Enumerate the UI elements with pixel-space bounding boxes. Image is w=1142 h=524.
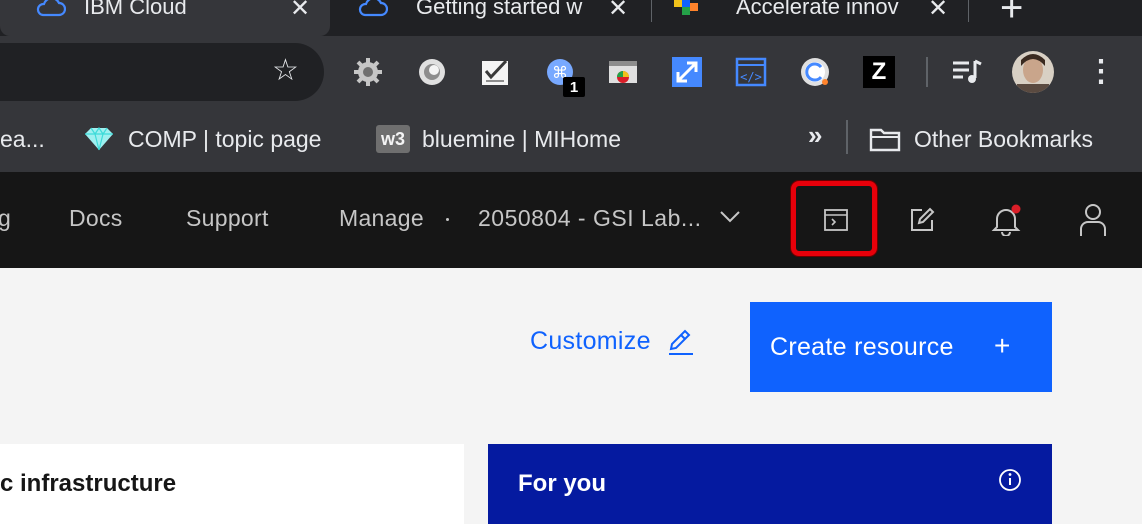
manage-dropdown-dot: [446, 218, 449, 221]
account-name: 2050804 - GSI Lab...: [478, 205, 702, 231]
bookmark-label: COMP | topic page: [128, 125, 322, 152]
other-bookmarks[interactable]: Other Bookmarks: [868, 122, 1093, 156]
resize-arrow-extension-icon[interactable]: [670, 55, 704, 89]
infrastructure-card: c infrastructure: [0, 444, 464, 524]
browser-toolbar: ☆ ⌘ 1 </> Z ⋮: [0, 36, 1142, 108]
bookmark-star-icon[interactable]: ☆: [272, 53, 299, 89]
for-you-card: For you: [488, 444, 1052, 524]
tab-title: Getting started w: [416, 0, 583, 19]
for-you-title: For you: [518, 470, 606, 497]
bookmark-item[interactable]: w3 bluemine | MIHome: [376, 122, 621, 156]
user-profile-icon[interactable]: [1073, 200, 1113, 240]
notification-bell-icon[interactable]: [986, 200, 1026, 240]
extension-badge: 1: [563, 77, 585, 97]
infra-card-title: c infrastructure: [0, 470, 177, 497]
tab-divider: [968, 0, 969, 22]
close-tab-icon[interactable]: ✕: [608, 0, 628, 23]
customize-button[interactable]: Customize: [530, 327, 695, 356]
grammar-extension-icon[interactable]: [798, 55, 832, 89]
screen-share-extension-icon[interactable]: [606, 55, 640, 89]
info-icon[interactable]: [998, 468, 1022, 497]
checklist-extension-icon[interactable]: [479, 55, 513, 89]
other-bookmarks-label: Other Bookmarks: [914, 125, 1093, 152]
tab-accelerate[interactable]: Accelerate innov ✕: [652, 0, 968, 36]
tab-ibm-cloud[interactable]: IBM Cloud ✕: [0, 0, 330, 36]
close-tab-icon[interactable]: ✕: [928, 0, 948, 23]
diamond-icon: [82, 125, 116, 153]
nav-link-docs[interactable]: Docs: [69, 205, 123, 232]
chevron-down-icon: [719, 210, 740, 228]
keyboard-shortcut-extension-icon[interactable]: ⌘ 1: [543, 55, 585, 97]
bookmark-item[interactable]: ea...: [0, 122, 45, 156]
ibm-cloud-header: g Docs Support Manage 2050804 - GSI Lab.…: [0, 172, 1142, 268]
bookmarks-divider: [846, 120, 848, 154]
tab-title: IBM Cloud: [84, 0, 187, 19]
browser-menu-icon[interactable]: ⋮: [1086, 54, 1116, 89]
tab-getting-started[interactable]: Getting started w ✕: [330, 0, 646, 36]
media-queue-icon[interactable]: [951, 55, 985, 89]
browser-tab-strip: IBM Cloud ✕ Getting started w ✕ Accelera…: [0, 0, 1142, 36]
bookmark-item[interactable]: COMP | topic page: [82, 122, 321, 156]
edit-icon[interactable]: [902, 200, 942, 240]
w3-icon: w3: [376, 125, 410, 153]
folder-icon: [868, 125, 902, 153]
zotero-extension-icon[interactable]: Z: [862, 55, 896, 89]
circle-extension-icon[interactable]: [415, 55, 449, 89]
code-extension-icon[interactable]: </>: [734, 55, 768, 89]
zotero-letter: Z: [863, 56, 895, 88]
tab-title: Accelerate innov: [736, 0, 899, 19]
nav-link-manage[interactable]: Manage: [339, 205, 424, 232]
profile-avatar[interactable]: [1010, 49, 1056, 95]
close-tab-icon[interactable]: ✕: [290, 0, 310, 23]
toolbar-divider: [926, 57, 928, 87]
bookmarks-overflow-icon[interactable]: »: [808, 120, 822, 151]
w3-icon-text: w3: [380, 128, 405, 149]
create-resource-button[interactable]: Create resource +: [750, 302, 1052, 392]
gear-extension-icon[interactable]: [351, 55, 385, 89]
svg-text:</>: </>: [740, 70, 762, 84]
cloud-icon: [36, 0, 66, 27]
bookmarks-bar: ea... COMP | topic page w3 bluemine | MI…: [0, 108, 1142, 172]
nav-link-support[interactable]: Support: [186, 205, 269, 232]
nav-link-catalog[interactable]: g: [0, 205, 11, 232]
customize-label: Customize: [530, 327, 651, 355]
account-switcher[interactable]: 2050804 - GSI Lab...: [478, 205, 740, 232]
bookmark-label: bluemine | MIHome: [422, 125, 621, 152]
plus-icon: +: [994, 330, 1011, 361]
create-resource-label: Create resource: [770, 332, 954, 361]
bookmark-label: ea...: [0, 125, 45, 152]
cloud-icon: [358, 0, 388, 27]
new-tab-button[interactable]: +: [1000, 0, 1023, 31]
pencil-icon: [667, 328, 695, 356]
annotation-highlight-box: [791, 181, 877, 256]
pixel-logo-icon: [674, 0, 698, 27]
